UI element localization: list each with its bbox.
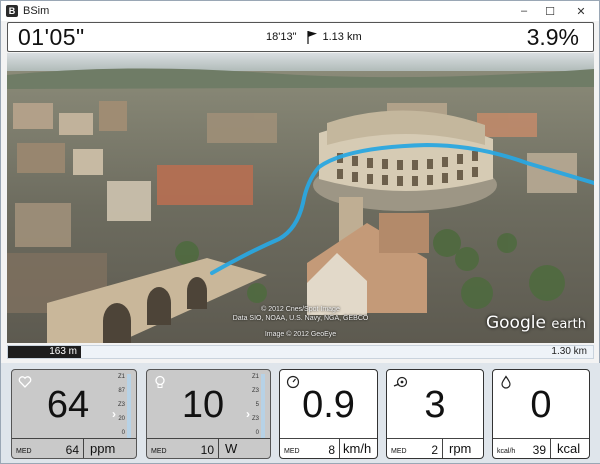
logo-google: Google (485, 313, 546, 333)
avg-tag: MED (16, 448, 32, 455)
map-credit-1: © 2012 Cnes/Spot Image (261, 306, 340, 313)
tile-footer: MED 2 rpm (387, 438, 483, 458)
tile-footer: MED 10 W (147, 438, 270, 458)
map-scene (7, 53, 594, 343)
tile-footer: kcal/h 39 kcal (493, 438, 589, 458)
finish-flag-icon (307, 31, 318, 44)
minimize-button[interactable]: – (511, 1, 537, 21)
speed-value: 0.9 (302, 384, 355, 426)
avg-value: 64 (50, 439, 84, 458)
power-value: 10 (181, 384, 225, 426)
window-controls: – ☐ ✕ (511, 1, 599, 21)
heart-rate-value: 64 (46, 384, 90, 426)
unit-label: rpm (449, 441, 472, 456)
rate-tag: kcal/h (497, 448, 516, 455)
avg-tag: MED (391, 448, 407, 455)
unit-label: km/h (343, 441, 372, 456)
zone-label: Z1 (251, 374, 259, 380)
app-window: B BSim – ☐ ✕ 01'05" 18'13" 1.13 km 3.9% (0, 0, 600, 464)
avg-tag: MED (151, 448, 167, 455)
avg-value: 10 (185, 439, 219, 458)
tile-footer: MED 64 ppm (12, 438, 136, 458)
heart-rate-tile[interactable]: 64 › Z1 87 Z3 20 0 MED 64 ppm (11, 369, 137, 459)
unit-label: kcal (557, 441, 581, 456)
app-icon: B (6, 5, 18, 17)
remaining-time: 18'13" (266, 31, 297, 43)
cadence-tile[interactable]: 3 MED 2 rpm (386, 369, 484, 459)
zone-label: 0 (121, 430, 125, 436)
zone-label: 5 (255, 402, 259, 408)
grade: 3.9% (526, 24, 579, 50)
maximize-button[interactable]: ☐ (537, 1, 563, 21)
zone-track (261, 374, 265, 438)
calories-value: 0 (530, 384, 552, 426)
avg-tag: MED (284, 448, 300, 455)
calories-tile[interactable]: 0 kcal/h 39 kcal (492, 369, 590, 459)
unit-label: W (225, 441, 238, 456)
zone-label: Z3 (251, 416, 259, 422)
speed-tile[interactable]: 0.9 MED 8 km/h (279, 369, 378, 459)
tile-footer: MED 8 km/h (280, 438, 377, 458)
title-bar: B BSim – ☐ ✕ (1, 1, 599, 21)
google-earth-logo: Google earth (486, 313, 586, 333)
zone-label: Z3 (117, 402, 125, 408)
zone-label: 87 (118, 388, 125, 394)
map-view[interactable]: © 2012 Cnes/Spot Image Data SIO, NOAA, U… (7, 53, 594, 343)
logo-earth: earth (551, 317, 586, 332)
close-button[interactable]: ✕ (563, 1, 599, 21)
route-progress-bar: 163 m 1.30 km (7, 345, 594, 359)
power-tile[interactable]: 10 › Z1 Z3 5 Z3 0 MED 10 W (146, 369, 271, 459)
avg-value: 39 (523, 439, 551, 458)
avg-value: 8 (306, 439, 340, 458)
elapsed-time: 01'05" (18, 24, 85, 50)
colosseum (313, 110, 497, 211)
distance: 1.13 km (322, 31, 362, 43)
progress-fill: 163 m (8, 346, 81, 358)
window-title: BSim (23, 5, 50, 17)
zone-label: Z1 (117, 374, 125, 380)
distance-done: 163 m (49, 346, 77, 357)
zone-label: 0 (255, 430, 259, 436)
zone-label: 20 (118, 416, 125, 422)
distance-total: 1.30 km (551, 346, 587, 357)
zone-track (127, 374, 131, 438)
stats-bar: 01'05" 18'13" 1.13 km 3.9% (7, 22, 594, 52)
unit-label: ppm (90, 441, 116, 456)
power-zones: Z1 Z3 5 Z3 0 (250, 374, 266, 438)
zone-label: Z3 (251, 388, 259, 394)
cadence-value: 3 (424, 384, 446, 426)
metrics-panel: 64 › Z1 87 Z3 20 0 MED 64 ppm 10 › Z1 Z3… (1, 363, 600, 463)
avg-value: 2 (413, 439, 443, 458)
route-info: 18'13" 1.13 km (266, 23, 362, 51)
heart-rate-zones: Z1 87 Z3 20 0 (116, 374, 132, 438)
